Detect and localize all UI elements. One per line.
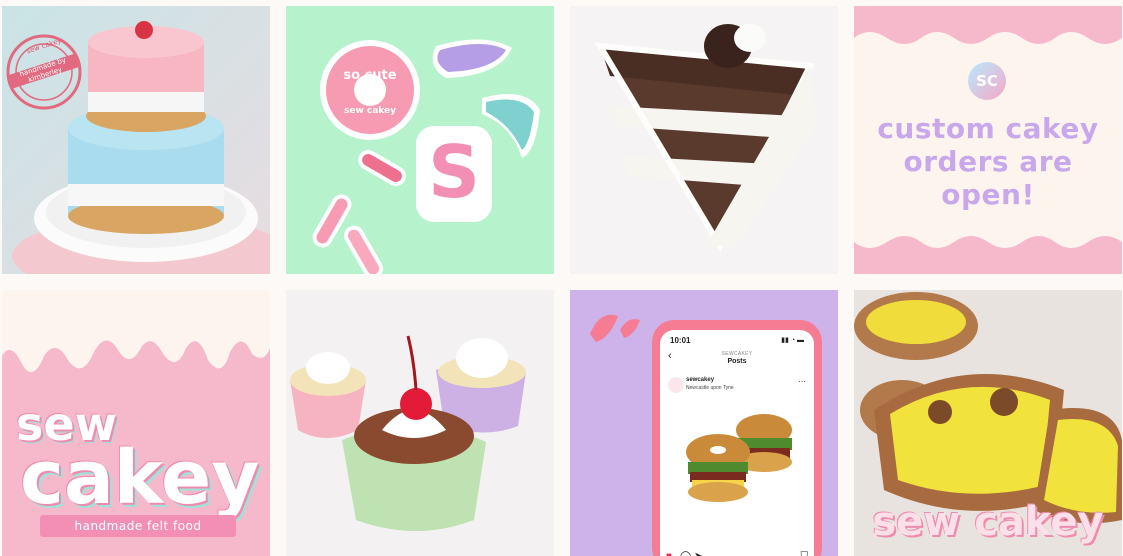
watermark-text: sew cakey <box>872 499 1104 545</box>
post-location[interactable]: Newcastle upon Tyne <box>686 385 734 391</box>
felt-burgers-image <box>686 414 792 502</box>
phone-screen: 10:01 ▮▮ ◔ ▬ ‹ SEWCAKEY Posts sewcakey N… <box>660 330 814 556</box>
tile-custom-orders[interactable]: SC custom cakey orders are open! <box>854 6 1122 274</box>
tile-stickers[interactable]: so cute sew cakey S <box>286 6 554 274</box>
more-options-icon[interactable]: ··· <box>798 377 806 386</box>
post-image <box>660 396 814 548</box>
stickers-image <box>312 39 540 274</box>
tile-chocolate-slice[interactable] <box>570 6 838 274</box>
logo-word-cakey: cakey <box>20 435 260 521</box>
sticker-letter: S <box>428 130 480 214</box>
post-action-bar: ♥ ◯ ➤ ⛉ <box>660 550 814 556</box>
chocolate-slice-image <box>594 24 816 253</box>
nav-account-label: SEWCAKEY <box>721 351 753 357</box>
status-time: 10:01 <box>670 336 691 345</box>
tile-two-tier-cake[interactable]: handmade by kimberley sew cakey <box>2 6 270 274</box>
tile-felt-cupcakes[interactable] <box>286 290 554 556</box>
status-icons: ▮▮ ◔ ▬ <box>781 337 804 344</box>
sticker-text-top: so cute <box>343 68 397 83</box>
custom-orders-text: custom cakey orders are open! <box>854 112 1122 211</box>
nav-title: Posts <box>727 358 747 365</box>
post-username[interactable]: sewcakey <box>686 377 714 383</box>
custom-orders-line-1: custom cakey <box>877 112 1099 145</box>
logo-ribbon: handmade felt food <box>40 515 236 537</box>
avatar[interactable] <box>668 377 684 393</box>
share-icon[interactable]: ➤ <box>694 550 702 556</box>
sticker-text-bottom: sew cakey <box>343 106 397 116</box>
tile-sew-cakey-logo[interactable]: sew cakey handmade felt food <box>2 290 270 556</box>
custom-orders-line-3: open! <box>941 178 1035 211</box>
sc-logo-badge: SC <box>968 62 1006 100</box>
save-icon[interactable]: ⛉ <box>801 550 809 556</box>
like-icon[interactable]: ♥ <box>666 550 672 556</box>
tile-instagram-phone[interactable]: 10:01 ▮▮ ◔ ▬ ‹ SEWCAKEY Posts sewcakey N… <box>570 290 838 556</box>
tile-egg-tarts[interactable]: sew cakey <box>854 290 1122 556</box>
donut-sticker <box>320 40 420 140</box>
custom-orders-line-2: orders are <box>903 145 1073 178</box>
phone-mockup: 10:01 ▮▮ ◔ ▬ ‹ SEWCAKEY Posts sewcakey N… <box>652 320 822 556</box>
comment-icon[interactable]: ◯ <box>680 550 691 556</box>
felt-cupcakes-image <box>290 335 526 531</box>
